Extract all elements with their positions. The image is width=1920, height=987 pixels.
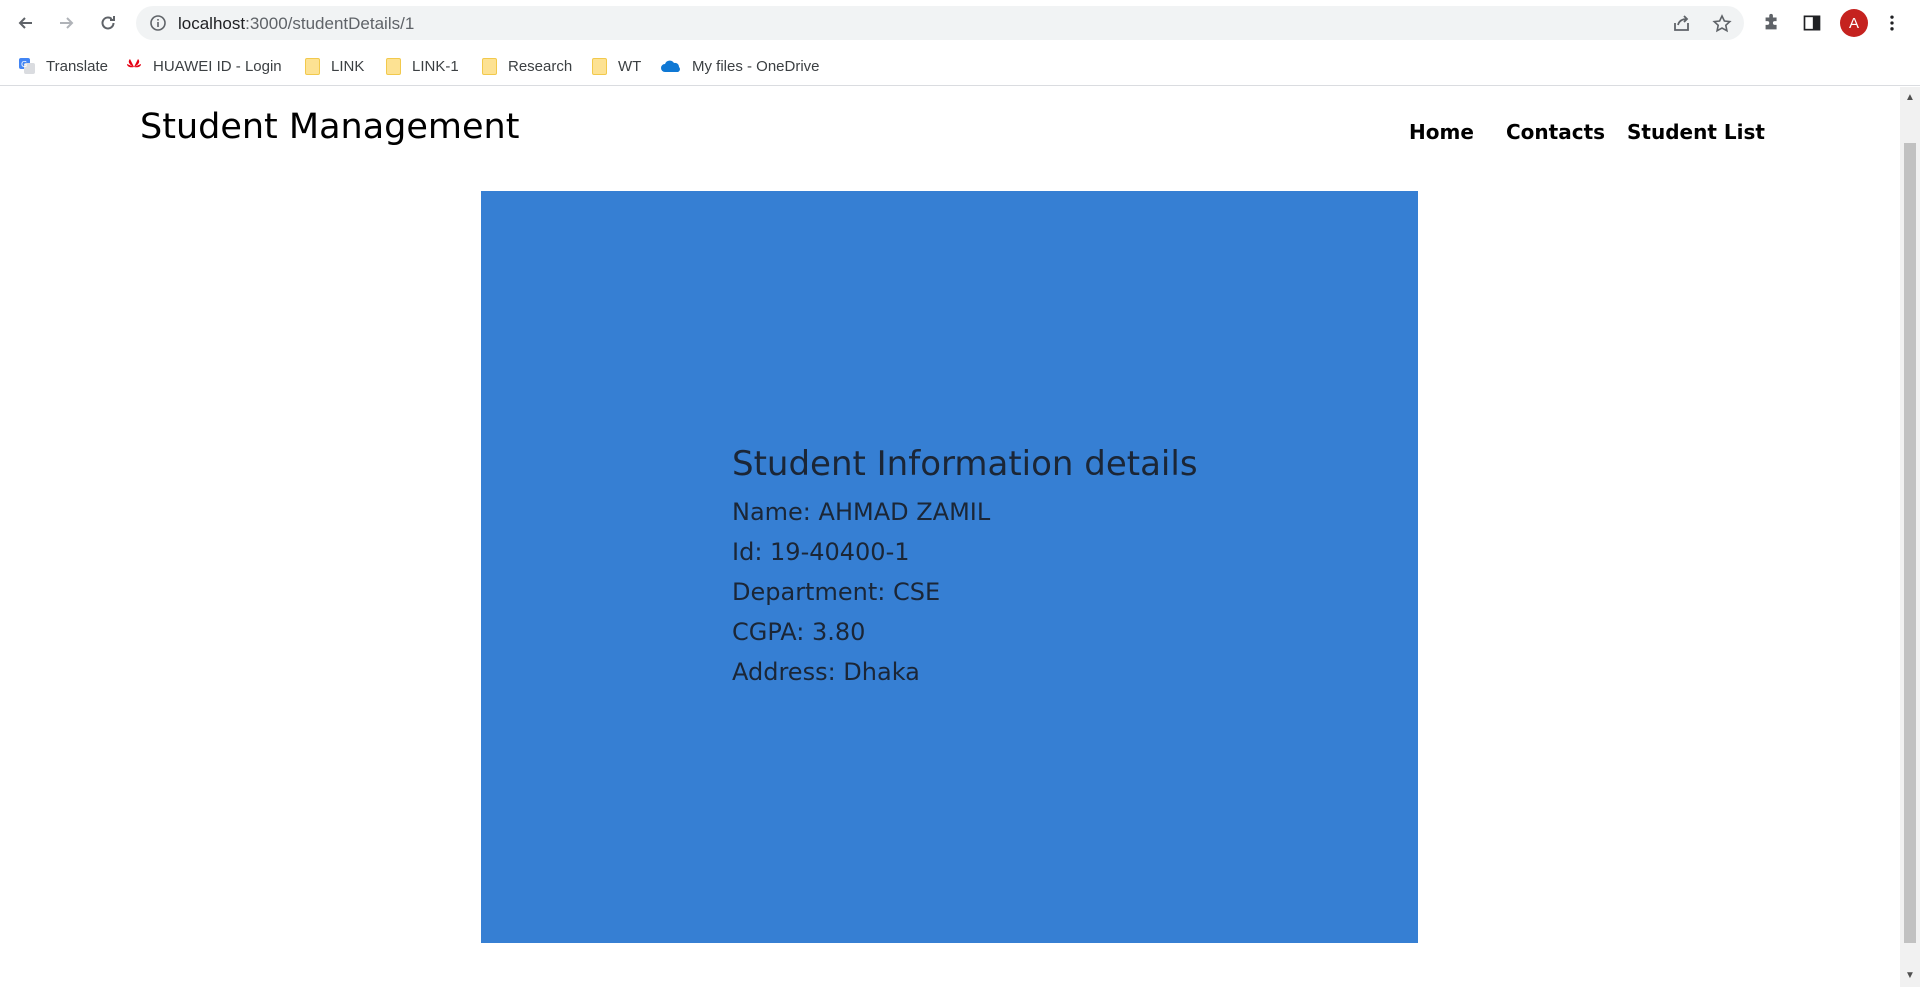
puzzle-icon — [1765, 13, 1777, 30]
bookmark-label: HUAWEI ID - Login — [153, 57, 282, 75]
side-panel-icon — [1803, 15, 1821, 31]
bookmark-label: Research — [508, 57, 573, 75]
onedrive-icon — [660, 57, 682, 75]
kebab-menu-icon — [1890, 15, 1894, 31]
reload-button[interactable] — [94, 9, 122, 37]
page-viewport: Student Management Home Contacts Student… — [0, 87, 1900, 987]
back-button[interactable] — [12, 9, 40, 37]
student-details-card: Student Information details Name: AHMAD … — [481, 191, 1418, 943]
student-info: Student Information details Name: AHMAD … — [732, 444, 1198, 692]
url-text: localhost:3000/studentDetails/1 — [178, 14, 414, 34]
bookmark-research[interactable]: Research — [480, 54, 572, 78]
nav-student-list-link[interactable]: Student List — [1627, 120, 1765, 144]
address-bar[interactable]: localhost:3000/studentDetails/1 — [136, 6, 1744, 40]
extensions-button[interactable] — [1760, 11, 1784, 35]
student-address: Address: Dhaka — [732, 658, 920, 686]
student-department: Department: CSE — [732, 578, 941, 606]
bookmark-label: WT — [618, 57, 642, 75]
bookmark-label: LINK — [331, 57, 365, 75]
nav-home-link[interactable]: Home — [1409, 120, 1474, 144]
bookmark-label: Translate — [46, 57, 108, 75]
site-title: Student Management — [140, 107, 520, 147]
share-icon[interactable] — [1671, 13, 1693, 35]
bookmark-huawei-id[interactable]: HUAWEI ID - Login — [125, 54, 282, 78]
huawei-icon — [125, 57, 143, 75]
side-panel-button[interactable] — [1800, 11, 1824, 35]
reload-icon — [101, 16, 115, 30]
folder-icon — [384, 57, 402, 75]
google-translate-icon: G — [18, 57, 36, 75]
bookmark-link[interactable]: LINK — [303, 54, 364, 78]
url-path: :3000/studentDetails/1 — [245, 14, 415, 33]
student-id: Id: 19-40400-1 — [732, 538, 910, 566]
student-name: Name: AHMAD ZAMIL — [732, 498, 991, 526]
bookmark-link-1[interactable]: LINK-1 — [384, 54, 459, 78]
page-scrollbar[interactable]: ▲ ▼ — [1900, 87, 1920, 987]
browser-toolbar: localhost:3000/studentDetails/1 A — [0, 0, 1920, 46]
url-host: localhost — [178, 14, 246, 33]
svg-text:G: G — [21, 60, 27, 69]
bookmarks-bar: G Translate HUAWEI ID - Login LINK LINK-… — [0, 46, 1920, 86]
bookmark-label: My files - OneDrive — [692, 57, 820, 75]
browser-menu-button[interactable] — [1880, 11, 1904, 35]
scroll-down-arrow[interactable]: ▼ — [1905, 971, 1915, 981]
folder-icon — [590, 57, 608, 75]
arrow-right-icon — [60, 17, 74, 29]
star-icon[interactable] — [1711, 13, 1733, 35]
bookmark-label: LINK-1 — [412, 57, 459, 75]
scrollbar-thumb[interactable] — [1904, 143, 1916, 943]
profile-avatar[interactable]: A — [1840, 9, 1868, 37]
bookmark-wt[interactable]: WT — [590, 54, 641, 78]
forward-button[interactable] — [52, 9, 80, 37]
bookmark-onedrive[interactable]: My files - OneDrive — [660, 54, 820, 78]
student-cgpa: CGPA: 3.80 — [732, 618, 866, 646]
student-info-heading: Student Information details — [732, 444, 1198, 484]
scroll-up-arrow[interactable]: ▲ — [1905, 93, 1915, 103]
info-icon[interactable] — [148, 13, 168, 33]
bookmark-translate[interactable]: G Translate — [18, 54, 108, 78]
folder-icon — [480, 57, 498, 75]
arrow-left-icon — [18, 17, 32, 29]
folder-icon — [303, 57, 321, 75]
nav-contacts-link[interactable]: Contacts — [1506, 120, 1605, 144]
